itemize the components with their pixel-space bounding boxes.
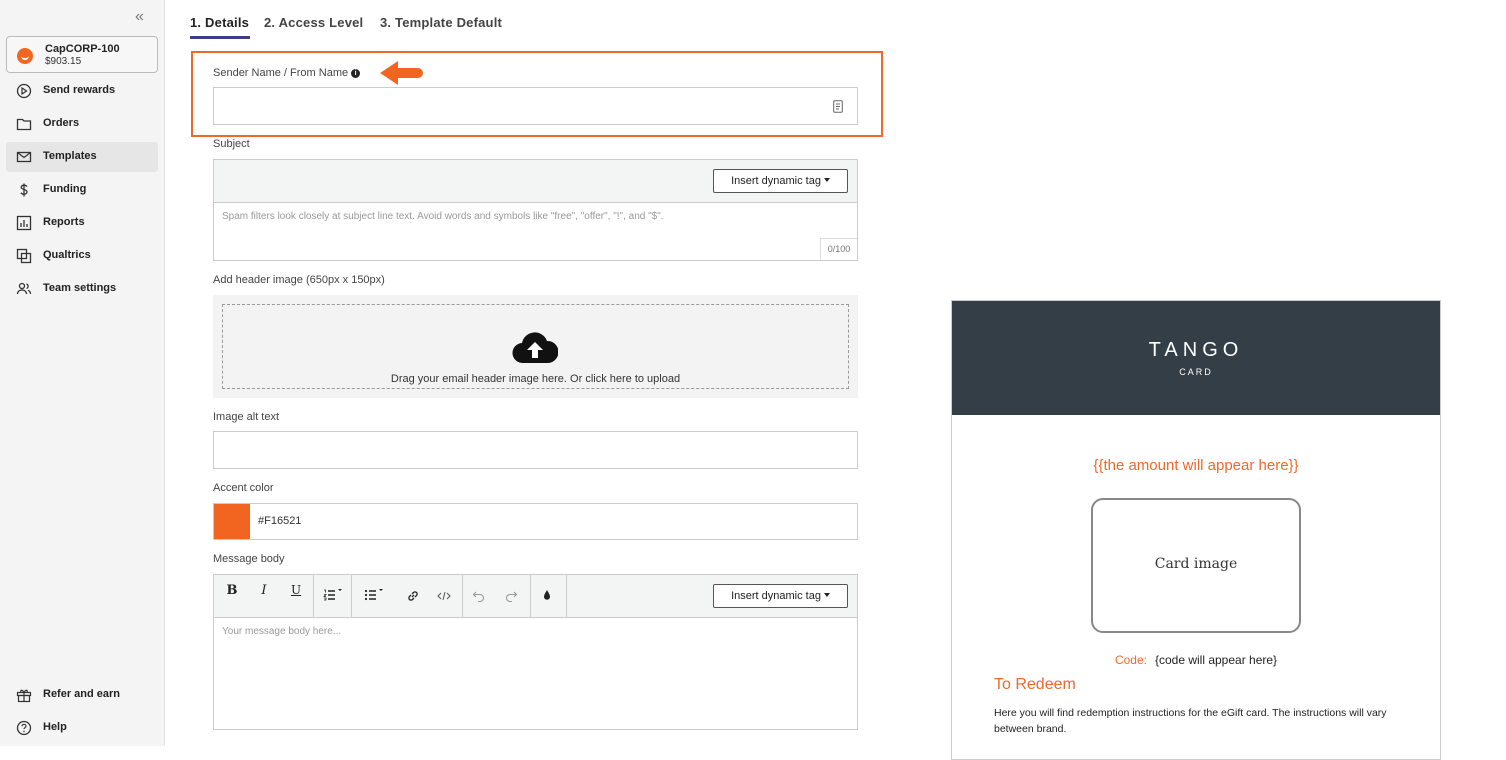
message-body-editor: B I U Insert dynamic tag Your message bo… [213,574,858,730]
info-icon[interactable]: i [351,69,361,78]
sidebar-item-orders[interactable]: Orders [6,109,158,139]
italic-button[interactable]: I [254,583,274,598]
tab-details[interactable]: 1. Details [190,15,249,30]
account-name: CapCORP-100 [45,43,120,55]
tab-access-level[interactable]: 2. Access Level [264,15,363,30]
brand-logo: TANGO [1148,339,1244,361]
active-tab-indicator [190,36,250,39]
message-toolbar: B I U Insert dynamic tag [214,575,857,618]
accent-color-input[interactable]: #F16521 [213,503,858,540]
accent-color-swatch[interactable] [214,504,250,539]
sidebar-item-funding[interactable]: Funding [6,175,158,205]
sidebar-item-label: Qualtrics [43,249,91,261]
sidebar-item-refer-and-earn[interactable]: Refer and earn [6,680,158,710]
sidebar-item-label: Refer and earn [43,688,121,700]
folder-icon [16,118,32,131]
cloud-upload-icon [512,332,558,364]
underline-button[interactable]: U [286,583,306,597]
message-insert-tag-button[interactable]: Insert dynamic tag [713,584,848,608]
account-switcher[interactable]: CapCORP-100 $903.15 [6,36,158,73]
accent-color-label: Accent color [213,482,274,494]
message-body-label: Message body [213,553,285,565]
team-icon [16,282,32,295]
mail-icon [16,151,32,163]
header-image-label: Add header image (650px x 150px) [213,274,385,286]
sidebar-item-team-settings[interactable]: Team settings [6,274,158,304]
sidebar: « CapCORP-100 $903.15 Send rewards Order… [0,0,165,746]
sidebar-item-help[interactable]: Help [6,713,158,743]
subject-insert-tag-button[interactable]: Insert dynamic tag [713,169,848,193]
subject-input[interactable]: Spam filters look closely at subject lin… [222,211,664,222]
sidebar-item-label: Help [43,721,67,733]
sidebar-item-label: Send rewards [43,84,116,96]
sidebar-item-templates[interactable]: Templates [6,142,158,172]
sidebar-item-label: Team settings [43,282,117,294]
help-icon [16,720,32,736]
preview-amount: {{the amount will appear here}} [1093,457,1299,474]
bold-button[interactable]: B [222,583,242,598]
preview-card-image: Card image [1091,498,1301,633]
sidebar-item-label: Funding [43,183,87,195]
email-preview: TANGO CARD {{the amount will appear here… [951,300,1441,760]
report-icon [16,215,32,231]
contact-card-icon [833,100,843,113]
subject-label: Subject [213,138,250,150]
link-icon[interactable] [406,589,420,603]
pointer-arrow-icon [380,61,423,85]
code-label: Code: [1114,653,1147,667]
sidebar-item-label: Orders [43,117,80,129]
ordered-list-icon[interactable] [323,588,343,602]
tab-template-default[interactable]: 3. Template Default [380,15,502,30]
redeem-title: To Redeem [994,676,1076,693]
message-body-input[interactable]: Your message body here... [222,626,341,637]
gift-icon [16,689,32,703]
upload-instructions: Drag your email header image here. Or cl… [390,373,681,385]
code-view-icon[interactable] [437,589,451,603]
collapse-sidebar-icon[interactable]: « [135,8,144,26]
header-image-dropzone[interactable]: Drag your email header image here. Or cl… [213,295,858,398]
sidebar-item-label: Templates [43,150,97,162]
sidebar-item-qualtrics[interactable]: Qualtrics [6,241,158,271]
brand-logo-sub: CARD [1179,367,1213,377]
account-logo-icon [17,48,33,64]
redo-icon[interactable] [504,589,518,603]
qualtrics-icon [16,248,32,264]
redeem-text: Here you will find redemption instructio… [994,707,1387,735]
subject-editor: Insert dynamic tag Spam filters look clo… [213,159,858,261]
sidebar-item-label: Reports [43,216,85,228]
account-balance: $903.15 [45,56,82,67]
bullet-list-icon[interactable] [364,588,384,602]
sidebar-item-send-rewards[interactable]: Send rewards [6,76,158,106]
code-value: {code will appear here} [1154,653,1278,667]
sender-name-label: Sender Name / From Name i [213,67,361,79]
alt-text-input[interactable] [213,431,858,469]
alt-text-label: Image alt text [213,411,280,423]
subject-char-counter: 0/100 [820,238,857,260]
send-icon [16,83,32,99]
text-color-icon[interactable] [541,588,553,602]
undo-icon[interactable] [472,589,486,603]
accent-color-value: #F16521 [258,515,302,527]
dollar-icon [20,183,28,197]
sender-name-input[interactable] [213,87,858,125]
sidebar-item-reports[interactable]: Reports [6,208,158,238]
preview-code: Code: {code will appear here} [952,653,1440,667]
preview-header: TANGO CARD [952,301,1440,415]
